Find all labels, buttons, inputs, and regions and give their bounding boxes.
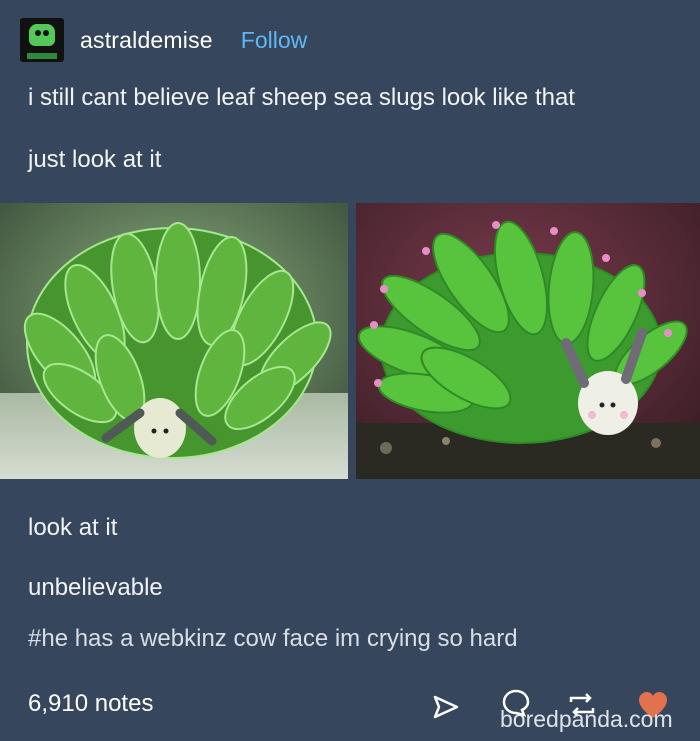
follow-button[interactable]: Follow (241, 27, 307, 54)
watermark-text: boredpanda.com (500, 706, 673, 732)
avatar[interactable] (20, 18, 64, 62)
tags-line[interactable]: #he has a webkinz cow face im crying so … (28, 625, 518, 653)
share-icon[interactable] (432, 693, 460, 726)
photo-right[interactable] (356, 203, 700, 479)
photo-set (0, 203, 700, 479)
notes-count[interactable]: 6,910 notes (28, 690, 153, 718)
photo-left[interactable] (0, 203, 348, 479)
body-text-line-2: just look at it (28, 146, 162, 173)
body-text-line-1: i still cant believe leaf sheep sea slug… (28, 84, 575, 111)
avatar-face (29, 24, 55, 46)
avatar-tag (27, 53, 57, 59)
after-text-line-2: unbelievable (28, 574, 163, 601)
username-link[interactable]: astraldemise (80, 27, 213, 54)
after-text-line-1: look at it (28, 514, 118, 541)
post-header: astraldemise Follow (20, 18, 307, 62)
avatar-eye-left (35, 30, 41, 36)
avatar-eye-right (43, 30, 49, 36)
